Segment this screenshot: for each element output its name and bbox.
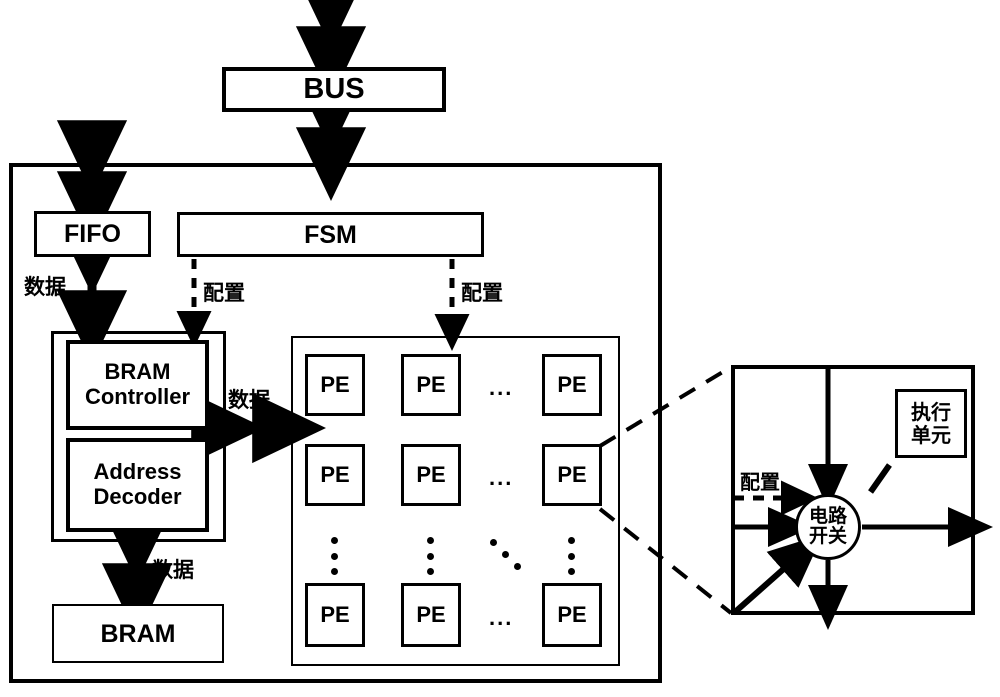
label-config-pe-array: 配置	[461, 281, 503, 305]
label-config-bram-controller: 配置	[203, 281, 245, 305]
diagram-canvas: BUS FIFO FSM 数据 配置 配置 BRAM Controller Ad…	[0, 0, 1000, 697]
pe-cell-r2c4[interactable]: PE	[542, 444, 602, 506]
pe-diagonal-ellipsis	[490, 537, 530, 575]
pe-col2-vertical-ellipsis	[427, 537, 434, 575]
pe-col4-vertical-ellipsis	[568, 537, 575, 575]
pe-col1-vertical-ellipsis	[331, 537, 338, 575]
pe-cell-r2c1[interactable]: PE	[305, 444, 365, 506]
label-data-bramctrl-pearray: 数据	[228, 388, 270, 412]
pe-cell-r1c1[interactable]: PE	[305, 354, 365, 416]
pe-label: PE	[557, 461, 587, 487]
address-decoder-line2: Decoder	[93, 484, 182, 509]
pe-label: PE	[320, 461, 350, 487]
bram-controller-line1: BRAM	[104, 359, 171, 385]
pe-cell-r4c2[interactable]: PE	[401, 583, 461, 647]
label-detail-config: 配置	[740, 470, 780, 494]
fifo-block[interactable]: FIFO	[34, 211, 151, 257]
execution-unit-line2: 单元	[911, 422, 951, 447]
execution-unit-line1: 执行	[911, 400, 951, 425]
circuit-switch-node[interactable]: 电路 开关	[795, 494, 861, 560]
pe-row1-ellipsis: ...	[489, 375, 514, 400]
pe-label: PE	[416, 371, 446, 397]
address-decoder-line1: Address	[93, 459, 182, 485]
pe-cell-r1c2[interactable]: PE	[401, 354, 461, 416]
fsm-label: FSM	[304, 220, 357, 249]
pe-cell-r2c2[interactable]: PE	[401, 444, 461, 506]
execution-unit-block[interactable]: 执行 单元	[895, 389, 967, 458]
circuit-switch-line1: 电路	[808, 505, 847, 528]
pe-label: PE	[416, 461, 446, 487]
pe-cell-r4c4[interactable]: PE	[542, 583, 602, 647]
pe-label: PE	[557, 371, 587, 397]
pe-cell-r1c4[interactable]: PE	[542, 354, 602, 416]
fsm-block[interactable]: FSM	[177, 212, 484, 257]
pe-row4-ellipsis: ...	[489, 605, 514, 630]
bram-label: BRAM	[100, 619, 176, 648]
bus-block[interactable]: BUS	[222, 67, 446, 112]
label-data-bramctrl-bram: 数据	[152, 558, 194, 582]
address-decoder-block[interactable]: Address Decoder	[66, 438, 209, 532]
pe-label: PE	[557, 601, 587, 627]
pe-row2-ellipsis: ...	[489, 465, 514, 490]
pe-label: PE	[320, 601, 350, 627]
circuit-switch-line2: 开关	[808, 525, 847, 547]
bram-block[interactable]: BRAM	[52, 604, 224, 663]
bram-controller-block[interactable]: BRAM Controller	[66, 340, 209, 430]
pe-label: PE	[320, 371, 350, 397]
label-data-fifo-bramctrl: 数据	[24, 275, 66, 299]
bram-controller-line2: Controller	[84, 384, 191, 409]
pe-cell-r4c1[interactable]: PE	[305, 583, 365, 647]
fifo-label: FIFO	[64, 220, 121, 248]
bus-label: BUS	[303, 73, 365, 106]
pe-label: PE	[416, 601, 446, 627]
